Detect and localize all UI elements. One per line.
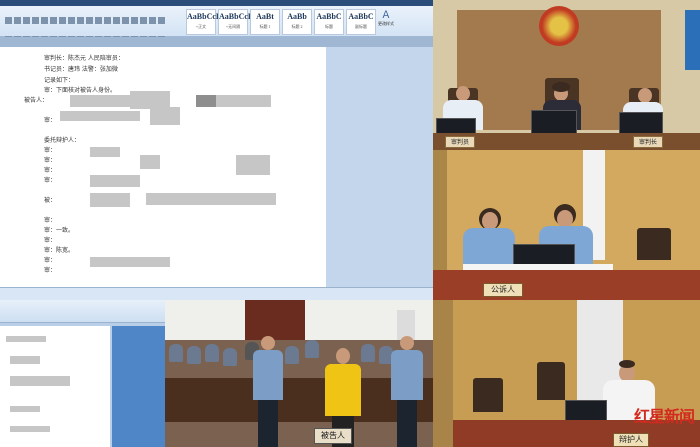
document-line: 记录如下： xyxy=(44,77,75,84)
prosecutor-feed: 公诉人 xyxy=(433,150,700,300)
style-option[interactable]: AaBb 标题 2 xyxy=(282,9,312,35)
document-line: 被告人： xyxy=(24,97,49,104)
style-name: 副标题 xyxy=(355,24,367,29)
document-page[interactable]: 审： 审： 审：陈宽。 审： 审：一致。 审： 被： 审： 审： 审： 审： 委托辩护人： 审： 被告人：… xyxy=(0,47,326,293)
nameplate: 辩护人 xyxy=(613,433,649,447)
document-line: 审： xyxy=(44,177,57,184)
style-preview: AaBt xyxy=(256,12,274,21)
style-preview: AaBbCcDd xyxy=(187,12,227,21)
style-preview: AaBbC xyxy=(316,12,342,21)
style-name: +无间隔 xyxy=(225,24,241,29)
word-ribbon: AaBbCcDd +正文 AaBbCcDd +无间隔 AaBt 标题 1 AaBb 标题 2A… xyxy=(0,6,433,43)
redacted-block xyxy=(70,95,130,107)
document-line: 审： xyxy=(44,217,57,224)
style-option[interactable]: AaBbCcDd +正文 xyxy=(186,9,227,35)
document-line: 审： xyxy=(44,167,57,174)
style-gallery[interactable]: AaBbCcDd +正文 AaBbCcDd +无间隔 AaBt 标题 1 AaBb 标题 2A… xyxy=(186,9,378,35)
document-area: 审： 审： 审：陈宽。 审： 审：一致。 审： 被： 审： 审： 审： 审： 委托辩护人： 审： 被告人：… xyxy=(0,37,433,293)
formatting-toolbar[interactable] xyxy=(4,10,180,43)
defendant-feed: 被告人 xyxy=(165,300,433,447)
style-option[interactable]: AaBt 标题 1 xyxy=(250,9,280,35)
document-line: 委托辩护人： xyxy=(44,137,81,144)
police-officer xyxy=(253,336,283,447)
style-option[interactable]: AaBbC 标题 xyxy=(314,9,344,35)
redacted-block xyxy=(60,111,140,121)
nameplate: 审判员 xyxy=(445,136,475,148)
style-preview: AaBbCcDd xyxy=(219,12,259,21)
style-name: 标题 1 xyxy=(259,24,271,29)
style-option[interactable]: AaBbC 副标题 xyxy=(346,9,376,35)
redacted-block xyxy=(90,147,120,157)
redacted-block xyxy=(236,155,270,175)
document-line: 审： xyxy=(44,117,57,124)
style-preview: AaBb xyxy=(287,12,307,21)
style-option[interactable]: AaBbCcDd +无间隔 xyxy=(218,9,259,35)
redacted-block xyxy=(90,175,140,187)
document-line: 审：一致。 xyxy=(44,227,75,234)
document-feed: AaBbCcDd +正文 AaBbCcDd +无间隔 AaBt 标题 1 AaBb 标题 2A… xyxy=(0,0,433,300)
national-emblem-icon xyxy=(539,6,579,46)
document-line: 审： xyxy=(44,147,57,154)
nameplate: 被告人 xyxy=(314,428,352,444)
document-feed-small xyxy=(0,300,165,447)
police-officer xyxy=(391,336,423,447)
prosecutor-desk xyxy=(433,270,700,300)
document-line: 书记员：唐玮 法警：张加微 xyxy=(44,66,118,73)
document-page xyxy=(0,326,110,447)
document-line: 审：陈宽。 xyxy=(44,247,75,254)
side-screen xyxy=(685,10,700,70)
defense-feed: 辩护人 红星新闻 xyxy=(433,300,700,447)
redacted-block xyxy=(150,107,180,125)
document-line: 被： xyxy=(44,197,57,204)
nameplate: 公诉人 xyxy=(483,283,523,297)
style-name: 标题 xyxy=(325,24,333,29)
judges-bench-feed: 审判员 审判长 xyxy=(433,0,700,150)
style-name: 标题 2 xyxy=(291,24,303,29)
redacted-block xyxy=(196,95,216,107)
document-line: 审：下面核对被告人身份。 xyxy=(44,87,117,94)
change-styles-icon: Ａ xyxy=(381,10,391,21)
word-ribbon xyxy=(0,300,165,323)
document-line: 审： xyxy=(44,267,57,274)
change-styles-button[interactable]: Ａ 更改样式 xyxy=(374,11,398,31)
redacted-block xyxy=(90,257,170,267)
style-preview: AaBbC xyxy=(348,12,374,21)
word-status-bar xyxy=(0,287,433,300)
nameplate: 审判长 xyxy=(633,136,663,148)
document-line: 审： xyxy=(44,257,57,264)
document-line: 审： xyxy=(44,157,57,164)
redacted-block xyxy=(90,193,130,207)
document-line: 审： xyxy=(44,237,57,244)
redacted-block xyxy=(146,193,276,205)
news-watermark-logo: 红星新闻 xyxy=(633,407,695,426)
redacted-block xyxy=(216,95,271,107)
style-name: +正文 xyxy=(195,24,207,29)
redacted-block xyxy=(140,155,160,169)
document-line: 审判长：陈杰元 人民陪审员： xyxy=(44,55,124,62)
